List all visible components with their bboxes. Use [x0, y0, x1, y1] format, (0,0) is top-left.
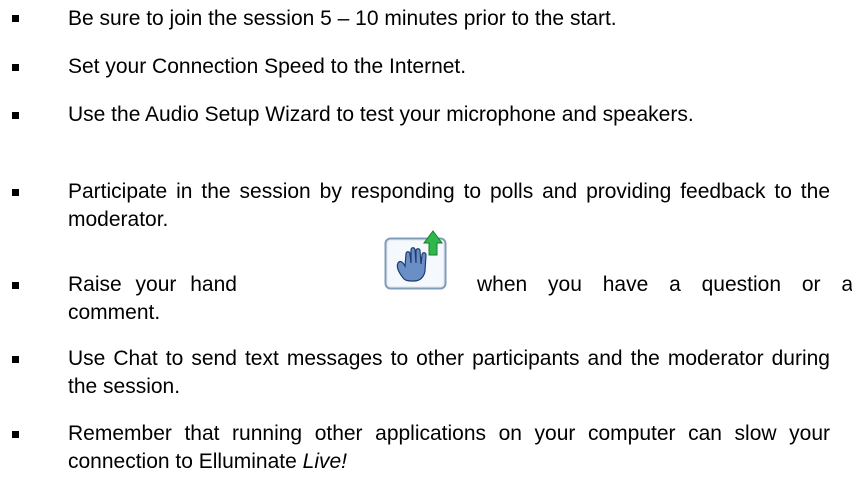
raise-hand-text-after: when you have a question or a [477, 273, 852, 296]
list-item-text: Use Chat to send text messages to other … [68, 347, 830, 398]
list-item-text: Use the Audio Setup Wizard to test your … [68, 103, 694, 126]
bullet [12, 189, 19, 196]
bullet [12, 64, 19, 71]
list-item-text-main: Remember that running other applications… [68, 422, 830, 473]
list-item-text: Participate in the session by responding… [68, 180, 830, 231]
list-item-text: Remember that running other applications… [68, 420, 830, 476]
list-item-text: Be sure to join the session 5 – 10 minut… [68, 7, 617, 30]
bullet [12, 15, 19, 22]
bullet [12, 112, 19, 119]
raise-hand-icon [384, 229, 454, 291]
product-name-live: Live! [302, 450, 347, 473]
bullet [12, 356, 19, 363]
list-item-text: Set your Connection Speed to the Interne… [68, 55, 467, 78]
bullet [12, 282, 19, 289]
bullet [12, 431, 19, 438]
raise-hand-text-line2: comment. [68, 301, 161, 324]
raise-hand-text-before: Raise your hand [68, 273, 237, 296]
